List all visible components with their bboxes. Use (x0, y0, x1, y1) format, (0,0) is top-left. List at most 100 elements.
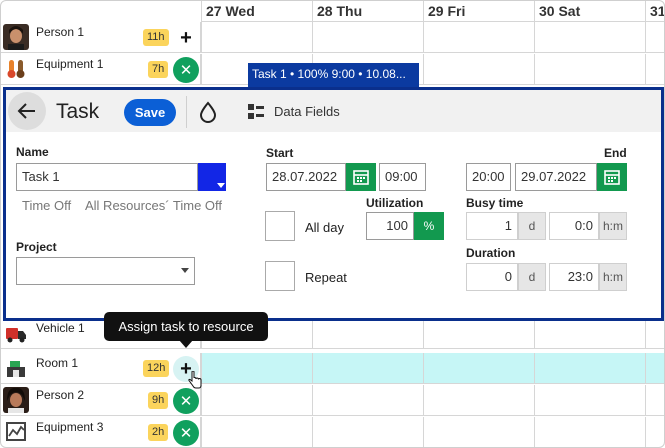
timeline-row[interactable] (201, 318, 664, 348)
busy-days-input[interactable]: 1 (466, 212, 518, 240)
timeline-cell[interactable] (423, 22, 534, 52)
day-header-cell[interactable]: 31 S (645, 1, 664, 21)
resource-name: Room 1 (36, 356, 79, 370)
start-time-input[interactable]: 09:00 (379, 163, 426, 191)
timeline-cell[interactable] (201, 353, 312, 383)
busy-hm-input[interactable]: 0:0 (549, 212, 599, 240)
time-off-link[interactable]: Time Off (22, 198, 71, 213)
droplet-icon (199, 101, 217, 123)
utilization-input[interactable]: 100 (366, 212, 414, 240)
dialog-title: Task (56, 100, 100, 123)
chevron-down-icon (217, 183, 225, 188)
hours-badge: 11h (143, 29, 169, 46)
day-header-cell[interactable]: 29 Fri (423, 1, 534, 21)
truck-icon (5, 322, 27, 344)
timeline-cell[interactable] (645, 385, 664, 415)
timeline-cell[interactable] (312, 22, 423, 52)
duration-hm-input[interactable]: 23:0 (549, 263, 599, 291)
timeline-cell[interactable] (312, 318, 423, 348)
dialog-toolbar: Task Save Data Fields (6, 90, 661, 132)
hand-cursor-icon (188, 370, 202, 389)
remove-resource-button[interactable]: ✕ (173, 57, 199, 83)
resource-row: Person 1 11h + (1, 22, 664, 53)
timeline-cell[interactable] (423, 353, 534, 383)
timeline-cell[interactable] (534, 353, 645, 383)
hours-badge: 2h (148, 424, 169, 441)
timeline-row[interactable] (201, 353, 664, 383)
timeline-cell[interactable] (423, 385, 534, 415)
end-date-input[interactable]: 29.07.2022 (515, 163, 597, 191)
task-bar[interactable]: Task 1 • 100% 9:00 • 10.08... (248, 63, 419, 87)
timeline-row[interactable] (201, 385, 664, 415)
start-date-input[interactable]: 28.07.2022 (266, 163, 346, 191)
duration-days-unit: d (518, 263, 546, 291)
day-header: 27 Wed 28 Thu 29 Fri 30 Sat 31 S (201, 1, 664, 22)
timeline-cell[interactable] (645, 22, 664, 52)
tooltip-pointer (179, 340, 193, 348)
color-drop-button[interactable] (198, 101, 218, 123)
timeline-cell[interactable] (534, 385, 645, 415)
timeline-cell[interactable] (312, 417, 423, 447)
timeline-cell[interactable] (312, 353, 423, 383)
duration-days-input[interactable]: 0 (466, 263, 518, 291)
duration-label: Duration (466, 246, 516, 260)
toolbar-divider (186, 96, 187, 128)
resource-cell: Equipment 1 7h ✕ (1, 54, 201, 84)
add-resource-button[interactable]: + (173, 25, 199, 51)
timeline-cell[interactable] (645, 318, 664, 348)
start-calendar-button[interactable] (346, 163, 376, 191)
timeline-cell[interactable] (534, 318, 645, 348)
person-avatar (3, 387, 29, 413)
timeline-cell[interactable] (423, 54, 534, 84)
resource-cell: Equipment 3 2h ✕ (1, 417, 201, 447)
busy-days-unit: d (518, 212, 546, 240)
resource-cell: Room 1 12h + (1, 353, 201, 383)
timeline-cell[interactable] (312, 385, 423, 415)
task-dialog: Task Save Data Fields Name Task 1 Time O… (3, 87, 664, 321)
resource-name: Person 1 (36, 25, 85, 39)
name-input[interactable]: Task 1 (16, 163, 198, 191)
resource-name: Equipment 1 (36, 57, 104, 71)
close-icon: ✕ (179, 393, 193, 410)
timeline-cell[interactable] (645, 353, 664, 383)
close-icon: ✕ (179, 62, 193, 79)
timeline-cell[interactable] (534, 54, 645, 84)
hours-badge: 9h (148, 392, 169, 409)
thermometer-icon (5, 58, 27, 80)
timeline-cell[interactable] (201, 22, 312, 52)
save-button[interactable]: Save (124, 99, 176, 126)
resource-name: Vehicle 1 (36, 321, 85, 335)
hours-badge: 12h (143, 360, 170, 377)
project-select[interactable] (16, 257, 195, 285)
timeline-cell[interactable] (201, 385, 312, 415)
day-header-cell[interactable]: 28 Thu (312, 1, 423, 21)
all-day-checkbox[interactable] (265, 211, 295, 241)
timeline-cell[interactable] (201, 417, 312, 447)
resource-row: Vehicle 1 (1, 318, 664, 349)
end-time-input[interactable]: 20:00 (466, 163, 511, 191)
repeat-checkbox[interactable] (265, 261, 295, 291)
timeline-row[interactable] (201, 22, 664, 52)
timeline-cell[interactable] (423, 417, 534, 447)
calendar-icon (604, 170, 620, 185)
door-icon (5, 357, 27, 379)
day-header-cell[interactable]: 27 Wed (201, 1, 312, 21)
timeline-cell[interactable] (423, 318, 534, 348)
timeline-cell[interactable] (534, 417, 645, 447)
remove-resource-button[interactable]: ✕ (173, 420, 199, 446)
timeline-cell[interactable] (534, 22, 645, 52)
timeline-cell[interactable] (645, 417, 664, 447)
project-label: Project (16, 240, 57, 254)
end-calendar-button[interactable] (597, 163, 627, 191)
timeline-cell[interactable] (645, 54, 664, 84)
resource-row: Room 1 12h + (1, 353, 664, 384)
all-resources-time-off-link[interactable]: All Resources´ Time Off (85, 198, 222, 213)
remove-resource-button[interactable]: ✕ (173, 388, 199, 414)
data-fields-icon[interactable] (248, 104, 264, 120)
day-header-cell[interactable]: 30 Sat (534, 1, 645, 21)
timeline-row[interactable] (201, 417, 664, 447)
resource-cell: Person 1 11h + (1, 22, 201, 52)
back-button[interactable] (8, 92, 46, 130)
data-fields-label[interactable]: Data Fields (274, 104, 340, 119)
end-label: End (604, 146, 627, 160)
